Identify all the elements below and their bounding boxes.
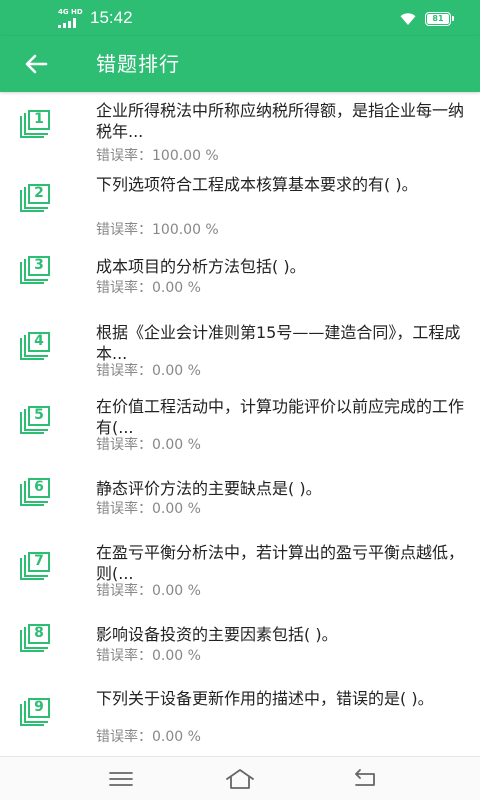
list-item[interactable]: 1 企业所得税法中所称应纳税所得额，是指企业每一纳税年... 错误率：100.0… [0, 100, 480, 172]
error-rate: 错误率：100.00 % [96, 222, 219, 238]
error-rate: 错误率：100.00 % [96, 148, 219, 164]
list-item[interactable]: 5 在价值工程活动中，计算功能评价以前应完成的工作有(... 错误率：0.00 … [0, 396, 480, 468]
question-text: 下列关于设备更新作用的描述中，错误的是( )。 [96, 689, 434, 708]
question-text: 根据《企业会计准则第15号——建造合同》，工程成本... [96, 323, 461, 363]
rank-number: 2 [28, 184, 50, 204]
rank-badge-icon: 6 [20, 478, 52, 508]
question-text: 在盈亏平衡分析法中，若计算出的盈亏平衡点越低，则(... [96, 543, 465, 583]
question-text: 下列选项符合工程成本核算基本要求的有( )。 [96, 175, 418, 194]
rank-number: 6 [28, 478, 50, 498]
list-item[interactable]: 4 根据《企业会计准则第15号——建造合同》，工程成本... 错误率：0.00 … [0, 322, 480, 394]
rank-number: 5 [28, 406, 50, 426]
error-rate: 错误率：0.00 % [96, 280, 201, 296]
arrow-left-icon[interactable] [20, 48, 52, 80]
rank-badge-icon: 7 [20, 552, 52, 582]
error-rate: 错误率：0.00 % [96, 729, 201, 745]
list-item[interactable]: 6 静态评价方法的主要缺点是( )。 错误率：0.00 % [0, 478, 480, 550]
rank-badge-icon: 5 [20, 406, 52, 436]
back-icon[interactable] [352, 769, 378, 789]
rank-number: 9 [28, 698, 50, 718]
wrong-question-list: 1 企业所得税法中所称应纳税所得额，是指企业每一纳税年... 错误率：100.0… [0, 92, 480, 756]
question-text: 静态评价方法的主要缺点是( )。 [96, 479, 322, 498]
signal-icon: 4G HD [58, 8, 84, 28]
status-time: 15:42 [90, 8, 133, 27]
menu-icon[interactable] [108, 770, 134, 788]
rank-badge-icon: 9 [20, 698, 52, 728]
app-bar: 错题排行 [0, 36, 480, 92]
rank-number: 3 [28, 256, 50, 276]
rank-badge-icon: 1 [20, 110, 52, 140]
question-text: 成本项目的分析方法包括( )。 [96, 257, 306, 276]
page-title: 错题排行 [96, 52, 180, 76]
error-rate: 错误率：0.00 % [96, 648, 201, 664]
rank-badge-icon: 4 [20, 332, 52, 362]
rank-badge-icon: 2 [20, 184, 52, 214]
system-nav-bar [0, 756, 480, 800]
list-item[interactable]: 8 影响设备投资的主要因素包括( )。 错误率：0.00 % [0, 624, 480, 696]
rank-number: 8 [28, 624, 50, 644]
error-rate: 错误率：0.00 % [96, 583, 201, 599]
list-item[interactable]: 9 下列关于设备更新作用的描述中，错误的是( )。 错误率：0.00 % [0, 688, 480, 756]
rank-number: 7 [28, 552, 50, 572]
question-text: 企业所得税法中所称应纳税所得额，是指企业每一纳税年... [96, 101, 465, 141]
rank-number: 1 [28, 110, 50, 130]
battery-level: 81 [432, 14, 444, 23]
list-item[interactable]: 7 在盈亏平衡分析法中，若计算出的盈亏平衡点越低，则(... 错误率：0.00 … [0, 542, 480, 614]
list-item[interactable]: 3 成本项目的分析方法包括( )。 错误率：0.00 % [0, 256, 480, 328]
rank-badge-icon: 3 [20, 256, 52, 286]
status-bar: 4G HD 15:42 81 [0, 0, 480, 36]
rank-number: 4 [28, 332, 50, 352]
question-text: 影响设备投资的主要因素包括( )。 [96, 625, 338, 644]
wifi-icon [400, 13, 416, 25]
list-item[interactable]: 2 下列选项符合工程成本核算基本要求的有( )。 错误率：100.00 % [0, 174, 480, 246]
error-rate: 错误率：0.00 % [96, 437, 201, 453]
error-rate: 错误率：0.00 % [96, 501, 201, 517]
rank-badge-icon: 8 [20, 624, 52, 654]
question-text: 在价值工程活动中，计算功能评价以前应完成的工作有(... [96, 397, 465, 437]
error-rate: 错误率：0.00 % [96, 363, 201, 379]
battery-icon: 81 [425, 12, 454, 26]
network-label: 4G HD [58, 8, 83, 16]
home-icon[interactable] [224, 767, 256, 791]
